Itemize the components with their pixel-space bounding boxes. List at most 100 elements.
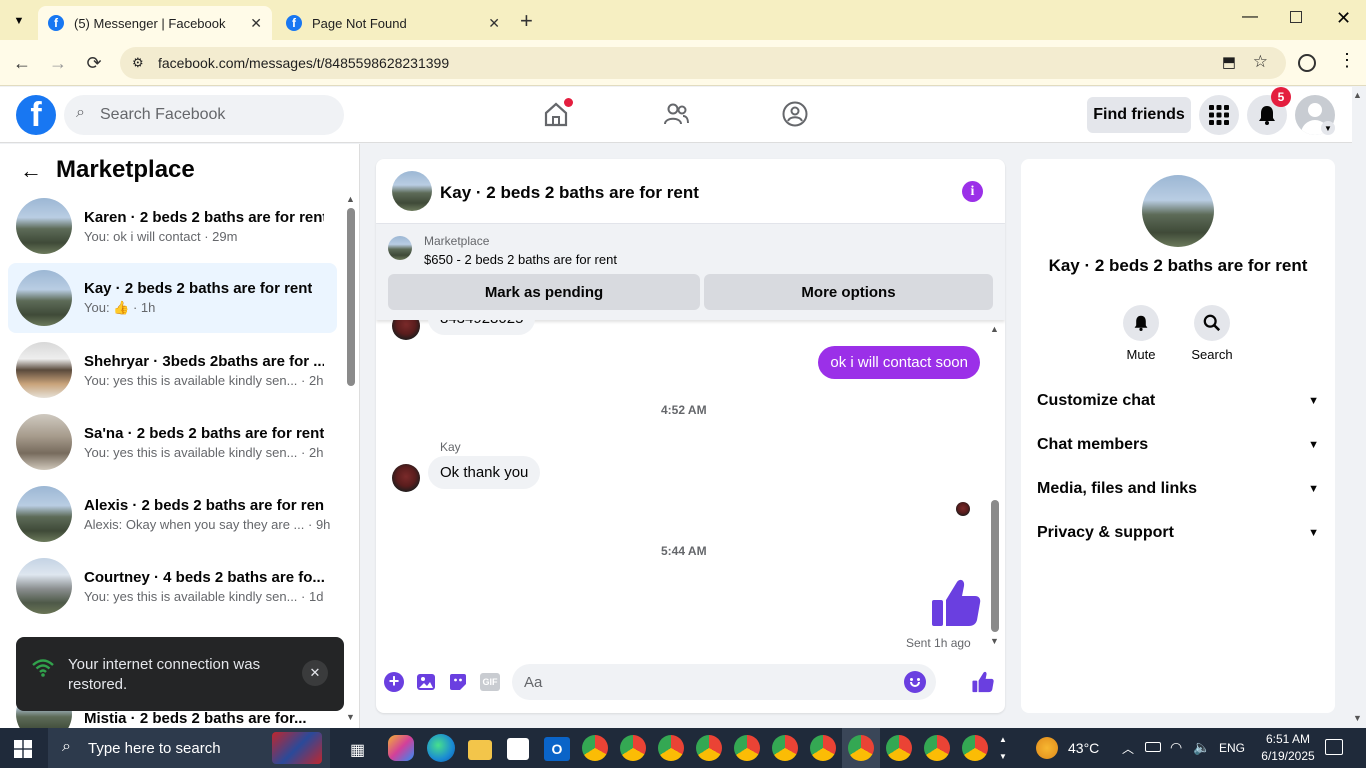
task-view-icon[interactable]: ▦ xyxy=(350,740,365,760)
temperature[interactable]: 43°C xyxy=(1068,740,1099,756)
conversation-info-icon[interactable]: i xyxy=(962,181,983,202)
friends-icon[interactable] xyxy=(662,100,690,128)
restore-button[interactable] xyxy=(1290,11,1302,23)
groups-icon[interactable] xyxy=(781,100,809,128)
media-files-links-section[interactable]: Media, files and links ▼ xyxy=(1037,469,1319,509)
facebook-search-input[interactable]: ⌕ Search Facebook xyxy=(64,95,344,135)
privacy-support-section[interactable]: Privacy & support ▼ xyxy=(1037,513,1319,553)
emoji-icon[interactable] xyxy=(904,671,926,693)
back-button[interactable]: ← xyxy=(9,50,35,76)
tab-messenger[interactable]: f (5) Messenger | Facebook ✕ xyxy=(38,6,272,40)
url-field[interactable]: ⚙ facebook.com/messages/t/84855986282313… xyxy=(120,47,1286,79)
tray-chevron-icon[interactable]: ︿ xyxy=(1122,740,1134,757)
facebook-logo-icon[interactable]: f xyxy=(16,95,56,135)
tab-close-icon[interactable]: ✕ xyxy=(488,15,500,32)
notifications-button[interactable]: 5 xyxy=(1247,87,1291,135)
conversation-item[interactable]: Karen · 2 beds 2 baths are for rent You:… xyxy=(8,191,337,261)
back-arrow-icon[interactable]: ← xyxy=(20,158,42,184)
chat-listing-avatar[interactable] xyxy=(392,171,432,211)
menu-grid-button[interactable] xyxy=(1199,95,1239,135)
tab-page-not-found[interactable]: f Page Not Found ✕ xyxy=(276,6,510,40)
tab-search-button[interactable]: ▼ xyxy=(8,10,30,32)
timestamp-divider: 5:44 AM xyxy=(661,544,707,558)
chrome-profile-icon[interactable] xyxy=(620,735,646,761)
listing-small-thumbnail[interactable] xyxy=(388,236,412,260)
chrome-profile-icon[interactable] xyxy=(696,735,722,761)
conversation-item-selected[interactable]: Kay · 2 beds 2 baths are for rent You: 👍… xyxy=(8,263,337,333)
chat-scrollbar-thumb[interactable] xyxy=(991,500,999,632)
notification-count-badge: 5 xyxy=(1271,87,1291,107)
gif-icon[interactable]: GIF xyxy=(479,671,501,693)
chrome-profile-icon[interactable] xyxy=(772,735,798,761)
conversation-item[interactable]: Shehryar · 3beds 2baths are for ... You:… xyxy=(8,335,337,405)
weather-icon[interactable] xyxy=(1036,737,1058,759)
close-window-button[interactable]: ✕ xyxy=(1336,8,1351,29)
mute-action[interactable]: Mute xyxy=(1117,305,1165,362)
input-language[interactable]: ENG xyxy=(1219,741,1245,755)
profile-icon[interactable] xyxy=(1298,54,1316,72)
home-icon[interactable] xyxy=(542,98,573,128)
notification-center-icon[interactable] xyxy=(1325,739,1343,755)
file-explorer-icon[interactable] xyxy=(468,740,492,760)
network-icon[interactable]: ◠ xyxy=(1170,739,1182,756)
more-options-button[interactable]: More options xyxy=(704,274,993,310)
chat-scroll-down-arrow[interactable]: ▼ xyxy=(990,636,999,646)
tab-close-icon[interactable]: ✕ xyxy=(250,15,262,32)
chrome-profile-icon[interactable] xyxy=(886,735,912,761)
conversation-item[interactable]: Courtney · 4 beds 2 baths are fo... You:… xyxy=(8,551,337,621)
new-tab-button[interactable]: + xyxy=(520,8,533,34)
chrome-icon[interactable] xyxy=(582,735,608,761)
page-scroll-up-arrow[interactable]: ▲ xyxy=(1353,90,1362,100)
chrome-profile-icon[interactable] xyxy=(924,735,950,761)
message-input[interactable]: Aa xyxy=(512,664,936,700)
customize-chat-section[interactable]: Customize chat ▼ xyxy=(1037,381,1319,421)
browser-menu-icon[interactable]: ⋮ xyxy=(1338,50,1356,71)
edge-icon[interactable] xyxy=(427,734,455,762)
page-scroll-down-arrow[interactable]: ▼ xyxy=(1353,713,1362,723)
minimize-button[interactable]: — xyxy=(1242,8,1258,26)
microsoft-store-icon[interactable] xyxy=(507,738,529,760)
chat-members-section[interactable]: Chat members ▼ xyxy=(1037,425,1319,465)
outlook-icon[interactable]: O xyxy=(544,737,570,761)
windows-start-icon[interactable] xyxy=(14,740,32,758)
account-chevron-icon[interactable]: ▼ xyxy=(1321,121,1335,135)
chrome-profile-icon[interactable] xyxy=(658,735,684,761)
details-listing-avatar[interactable] xyxy=(1142,175,1214,247)
bookmark-star-icon[interactable]: ☆ xyxy=(1253,52,1268,72)
timestamp-divider: 4:52 AM xyxy=(661,403,707,417)
search-action[interactable]: Search xyxy=(1188,305,1236,362)
site-info-icon[interactable]: ⚙ xyxy=(132,55,144,71)
section-label: Chat members xyxy=(1037,436,1149,453)
conversation-item[interactable]: Alexis · 2 beds 2 baths are for rent Ale… xyxy=(8,479,337,549)
attach-photo-icon[interactable] xyxy=(415,671,437,693)
forward-button[interactable]: → xyxy=(45,50,71,76)
chrome-profile-icon[interactable] xyxy=(962,735,988,761)
chat-scroll-up-arrow[interactable]: ▲ xyxy=(990,324,999,334)
more-actions-plus-icon[interactable]: + xyxy=(383,671,405,693)
conversation-item[interactable]: Sa'na · 2 beds 2 baths are for rent You:… xyxy=(8,407,337,477)
battery-icon[interactable] xyxy=(1145,742,1161,752)
taskbar-search-highlight-icon[interactable] xyxy=(272,732,322,764)
sticker-icon[interactable] xyxy=(447,671,469,693)
chat-title[interactable]: Kay · 2 beds 2 baths are for rent xyxy=(440,183,699,203)
chrome-profile-icon[interactable] xyxy=(734,735,760,761)
mark-as-pending-button[interactable]: Mark as pending xyxy=(388,274,700,310)
chrome-profile-icon[interactable] xyxy=(810,735,836,761)
search-placeholder: Search Facebook xyxy=(100,106,226,123)
clock[interactable]: 6:51 AM 6/19/2025 xyxy=(1258,731,1318,765)
conversation-title: Courtney · 4 beds 2 baths are fo... xyxy=(84,568,324,586)
send-like-button[interactable] xyxy=(972,671,994,693)
listing-description[interactable]: $650 - 2 beds 2 baths are for rent xyxy=(424,252,617,267)
scroll-down-arrow[interactable]: ▼ xyxy=(346,712,355,722)
reload-button[interactable]: ⟳ xyxy=(81,50,107,76)
taskbar-overflow-arrows[interactable]: ▲ ▼ xyxy=(999,731,1007,765)
find-friends-button[interactable]: Find friends xyxy=(1087,97,1191,133)
install-app-icon[interactable]: ⬒ xyxy=(1222,53,1236,71)
toast-close-button[interactable]: ✕ xyxy=(302,660,328,686)
copilot-icon[interactable] xyxy=(388,735,414,761)
scroll-up-arrow[interactable]: ▲ xyxy=(346,194,355,204)
section-label: Media, files and links xyxy=(1037,480,1198,497)
chrome-active-icon[interactable] xyxy=(848,735,874,761)
volume-icon[interactable]: 🔈 xyxy=(1193,739,1210,756)
sidebar-scrollbar-thumb[interactable] xyxy=(347,208,355,386)
